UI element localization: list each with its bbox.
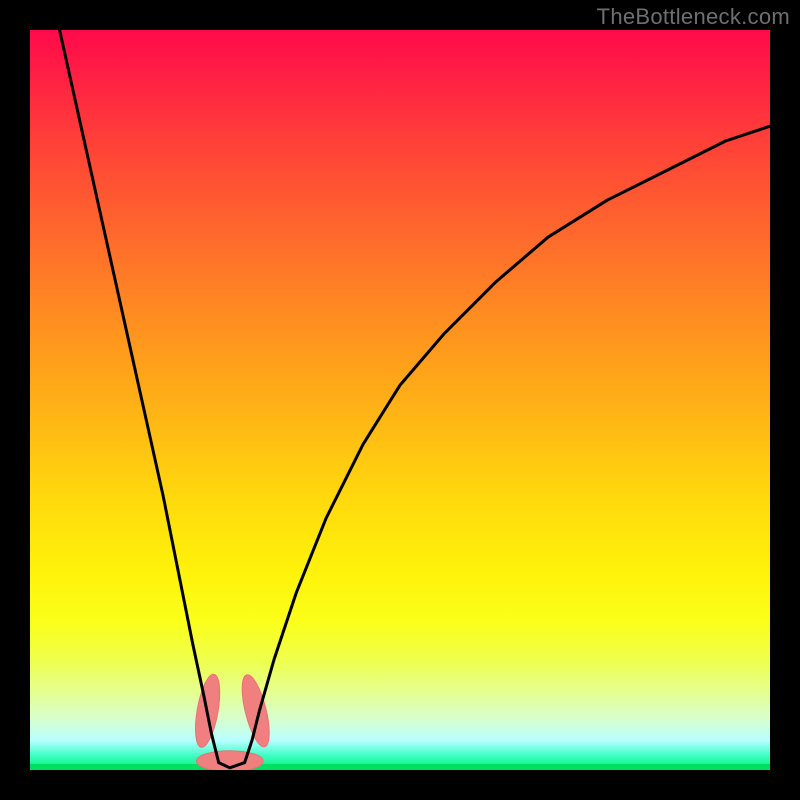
series-curve-right: [245, 126, 770, 762]
watermark-text: TheBottleneck.com: [597, 4, 790, 30]
chart-frame: TheBottleneck.com: [0, 0, 800, 800]
curve-layer: [60, 30, 770, 768]
series-curve-left: [60, 30, 219, 763]
marker-lobe-right: [237, 672, 275, 749]
chart-svg: [30, 30, 770, 770]
plot-area: [30, 30, 770, 770]
